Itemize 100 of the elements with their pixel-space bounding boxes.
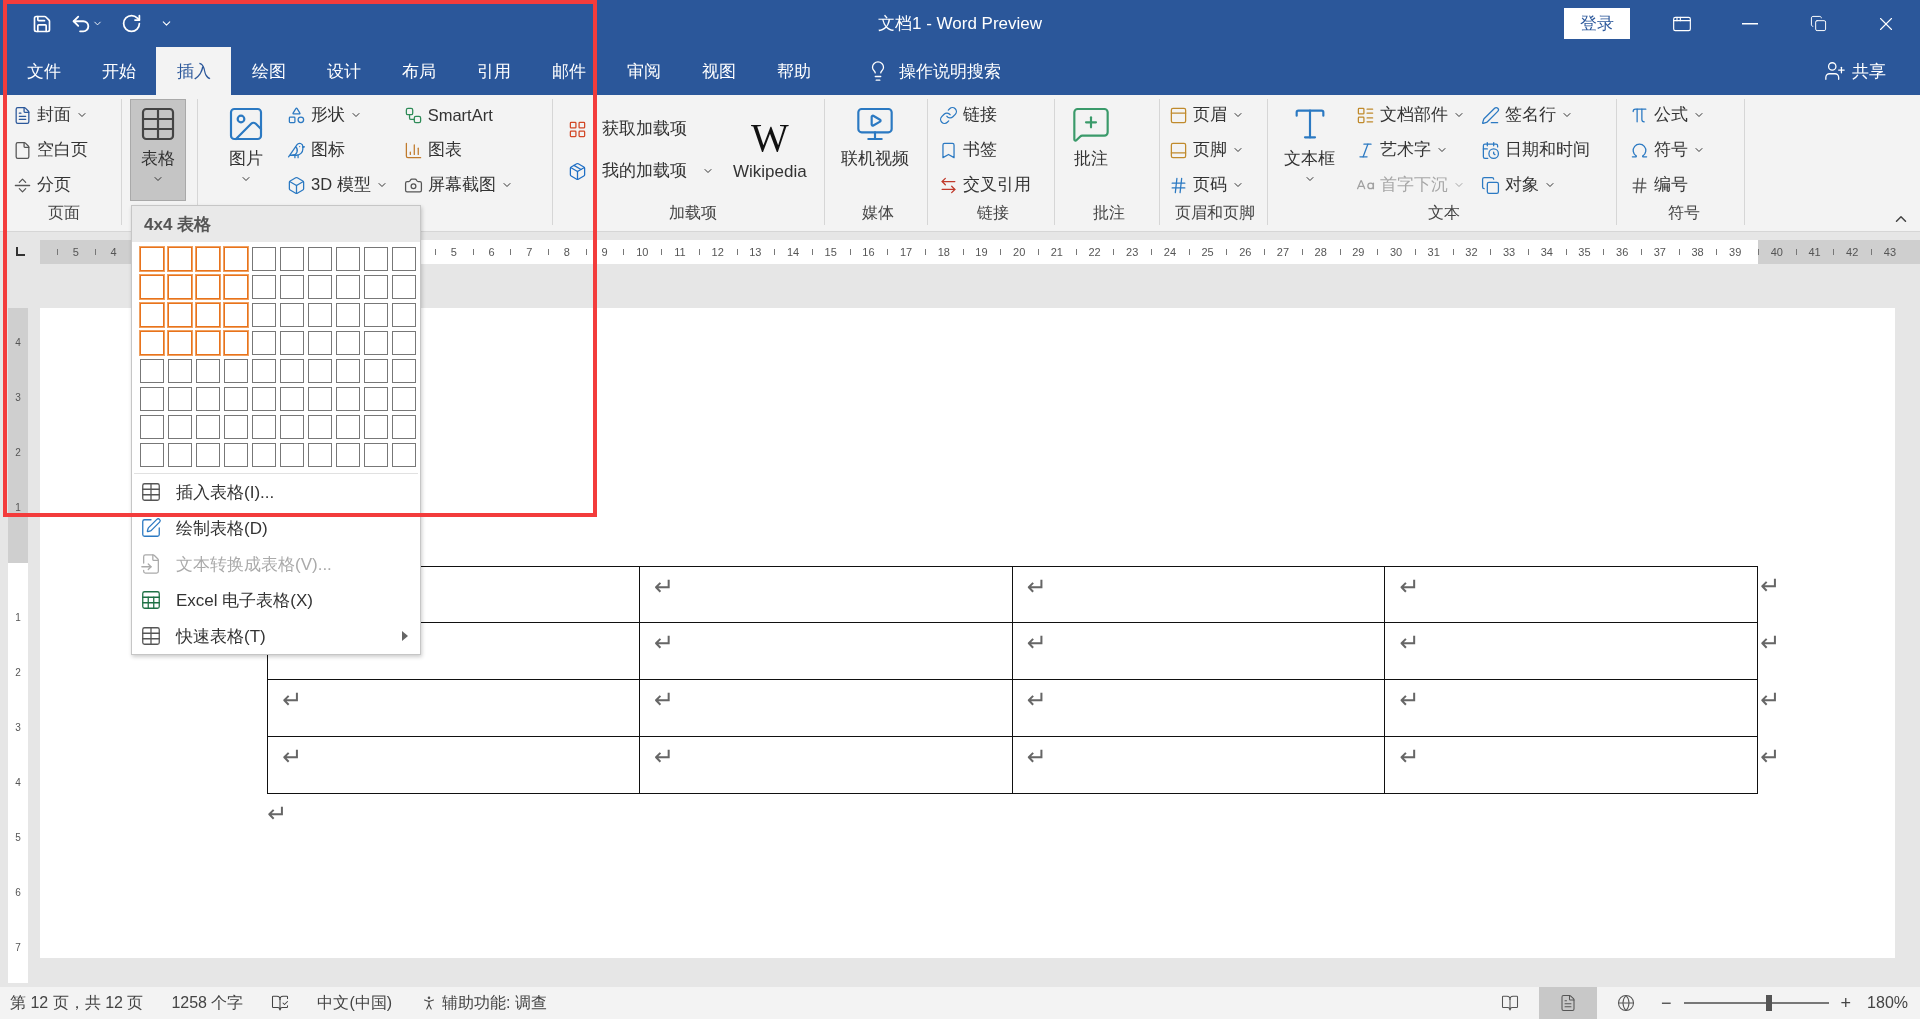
- grid-cell[interactable]: [196, 387, 220, 411]
- grid-cell[interactable]: [140, 247, 164, 271]
- ribbon-button[interactable]: 获取加载项: [565, 115, 717, 143]
- ribbon-button[interactable]: 文档部件: [1353, 101, 1468, 129]
- ribbon-tab[interactable]: 审阅: [606, 47, 681, 95]
- ribbon-button[interactable]: 公式: [1627, 101, 1708, 129]
- ribbon-button[interactable]: 对象: [1478, 171, 1593, 199]
- ribbon-button[interactable]: 页眉: [1166, 101, 1247, 129]
- grid-cell[interactable]: [140, 275, 164, 299]
- grid-cell[interactable]: [168, 275, 192, 299]
- menu-item[interactable]: 快速表格(T): [132, 618, 420, 654]
- grid-cell[interactable]: [336, 275, 360, 299]
- grid-cell[interactable]: [252, 247, 276, 271]
- grid-cell[interactable]: [252, 275, 276, 299]
- grid-cell[interactable]: [308, 415, 332, 439]
- ribbon-button[interactable]: 签名行: [1478, 101, 1593, 129]
- ribbon-tab[interactable]: 视图: [681, 47, 756, 95]
- ribbon-tab[interactable]: 帮助: [756, 47, 831, 95]
- grid-cell[interactable]: [308, 247, 332, 271]
- grid-cell[interactable]: [140, 387, 164, 411]
- wikipedia-button[interactable]: W Wikipedia: [727, 99, 813, 201]
- grid-cell[interactable]: [168, 415, 192, 439]
- grid-cell[interactable]: [364, 247, 388, 271]
- grid-cell[interactable]: [280, 331, 304, 355]
- share-button[interactable]: 共享: [1818, 47, 1892, 95]
- grid-cell[interactable]: [196, 303, 220, 327]
- grid-cell[interactable]: [392, 331, 416, 355]
- grid-cell[interactable]: [196, 359, 220, 383]
- grid-cell[interactable]: [308, 387, 332, 411]
- ribbon-tab[interactable]: 设计: [306, 47, 381, 95]
- grid-cell[interactable]: [280, 275, 304, 299]
- grid-cell[interactable]: [280, 415, 304, 439]
- ribbon-tab[interactable]: 引用: [456, 47, 531, 95]
- large-ribbon-button[interactable]: 批注: [1063, 99, 1119, 201]
- zoom-thumb[interactable]: [1766, 995, 1773, 1011]
- print-layout-button[interactable]: [1539, 987, 1598, 1019]
- grid-cell[interactable]: [168, 303, 192, 327]
- large-ribbon-button[interactable]: 联机视频: [833, 99, 917, 201]
- large-ribbon-button[interactable]: 图片: [218, 99, 274, 202]
- ribbon-tab[interactable]: 开始: [81, 47, 156, 95]
- grid-cell[interactable]: [280, 359, 304, 383]
- grid-cell[interactable]: [224, 275, 248, 299]
- large-ribbon-button[interactable]: 表格: [130, 99, 186, 202]
- ribbon-button[interactable]: 日期和时间: [1478, 136, 1593, 164]
- grid-cell[interactable]: [252, 415, 276, 439]
- grid-cell[interactable]: [280, 387, 304, 411]
- ribbon-tab[interactable]: 邮件: [531, 47, 606, 95]
- grid-cell[interactable]: [280, 247, 304, 271]
- ribbon-button[interactable]: 我的加载项: [565, 157, 717, 185]
- grid-cell[interactable]: [140, 303, 164, 327]
- ribbon-button[interactable]: 分页: [10, 171, 91, 199]
- ribbon-tab[interactable]: 绘图: [231, 47, 306, 95]
- ribbon-button[interactable]: 符号: [1627, 136, 1708, 164]
- tab-selector-icon[interactable]: [14, 246, 26, 258]
- zoom-in-button[interactable]: +: [1834, 992, 1858, 1014]
- grid-cell[interactable]: [392, 443, 416, 467]
- grid-cell[interactable]: [140, 415, 164, 439]
- grid-cell[interactable]: [168, 387, 192, 411]
- grid-cell[interactable]: [336, 359, 360, 383]
- grid-cell[interactable]: [364, 331, 388, 355]
- grid-cell[interactable]: [336, 415, 360, 439]
- ribbon-button[interactable]: 空白页: [10, 136, 91, 164]
- ribbon-button[interactable]: 3D 模型: [284, 171, 391, 200]
- grid-cell[interactable]: [364, 443, 388, 467]
- grid-cell[interactable]: [392, 247, 416, 271]
- grid-cell[interactable]: [336, 387, 360, 411]
- grid-cell[interactable]: [336, 303, 360, 327]
- grid-cell[interactable]: [392, 359, 416, 383]
- ribbon-button[interactable]: 艺术字: [1353, 136, 1468, 164]
- grid-cell[interactable]: [336, 247, 360, 271]
- login-button[interactable]: 登录: [1564, 8, 1630, 39]
- grid-cell[interactable]: [196, 331, 220, 355]
- grid-cell[interactable]: [224, 247, 248, 271]
- grid-cell[interactable]: [168, 331, 192, 355]
- grid-cell[interactable]: [224, 359, 248, 383]
- grid-cell[interactable]: [140, 359, 164, 383]
- grid-cell[interactable]: [308, 275, 332, 299]
- grid-cell[interactable]: [252, 387, 276, 411]
- grid-cell[interactable]: [168, 443, 192, 467]
- zoom-out-button[interactable]: −: [1655, 992, 1678, 1014]
- grid-cell[interactable]: [196, 247, 220, 271]
- menu-item[interactable]: 插入表格(I)...: [132, 474, 420, 510]
- grid-cell[interactable]: [336, 443, 360, 467]
- ribbon-button[interactable]: 链接: [936, 101, 1034, 129]
- grid-cell[interactable]: [392, 387, 416, 411]
- search-button[interactable]: 操作说明搜索: [861, 47, 1007, 95]
- grid-cell[interactable]: [140, 443, 164, 467]
- accessibility-button[interactable]: 辅助功能: 调查: [420, 992, 547, 1014]
- grid-cell[interactable]: [308, 303, 332, 327]
- ribbon-button[interactable]: 书签: [936, 136, 1034, 164]
- ribbon-button[interactable]: 图表: [400, 136, 516, 165]
- grid-cell[interactable]: [168, 359, 192, 383]
- ribbon-tab[interactable]: 布局: [381, 47, 456, 95]
- ribbon-button[interactable]: 页脚: [1166, 136, 1247, 164]
- large-ribbon-button[interactable]: 文本框: [1276, 99, 1343, 201]
- grid-cell[interactable]: [252, 359, 276, 383]
- ribbon-button[interactable]: 形状: [284, 101, 391, 129]
- grid-cell[interactable]: [364, 275, 388, 299]
- grid-cell[interactable]: [308, 331, 332, 355]
- grid-cell[interactable]: [224, 387, 248, 411]
